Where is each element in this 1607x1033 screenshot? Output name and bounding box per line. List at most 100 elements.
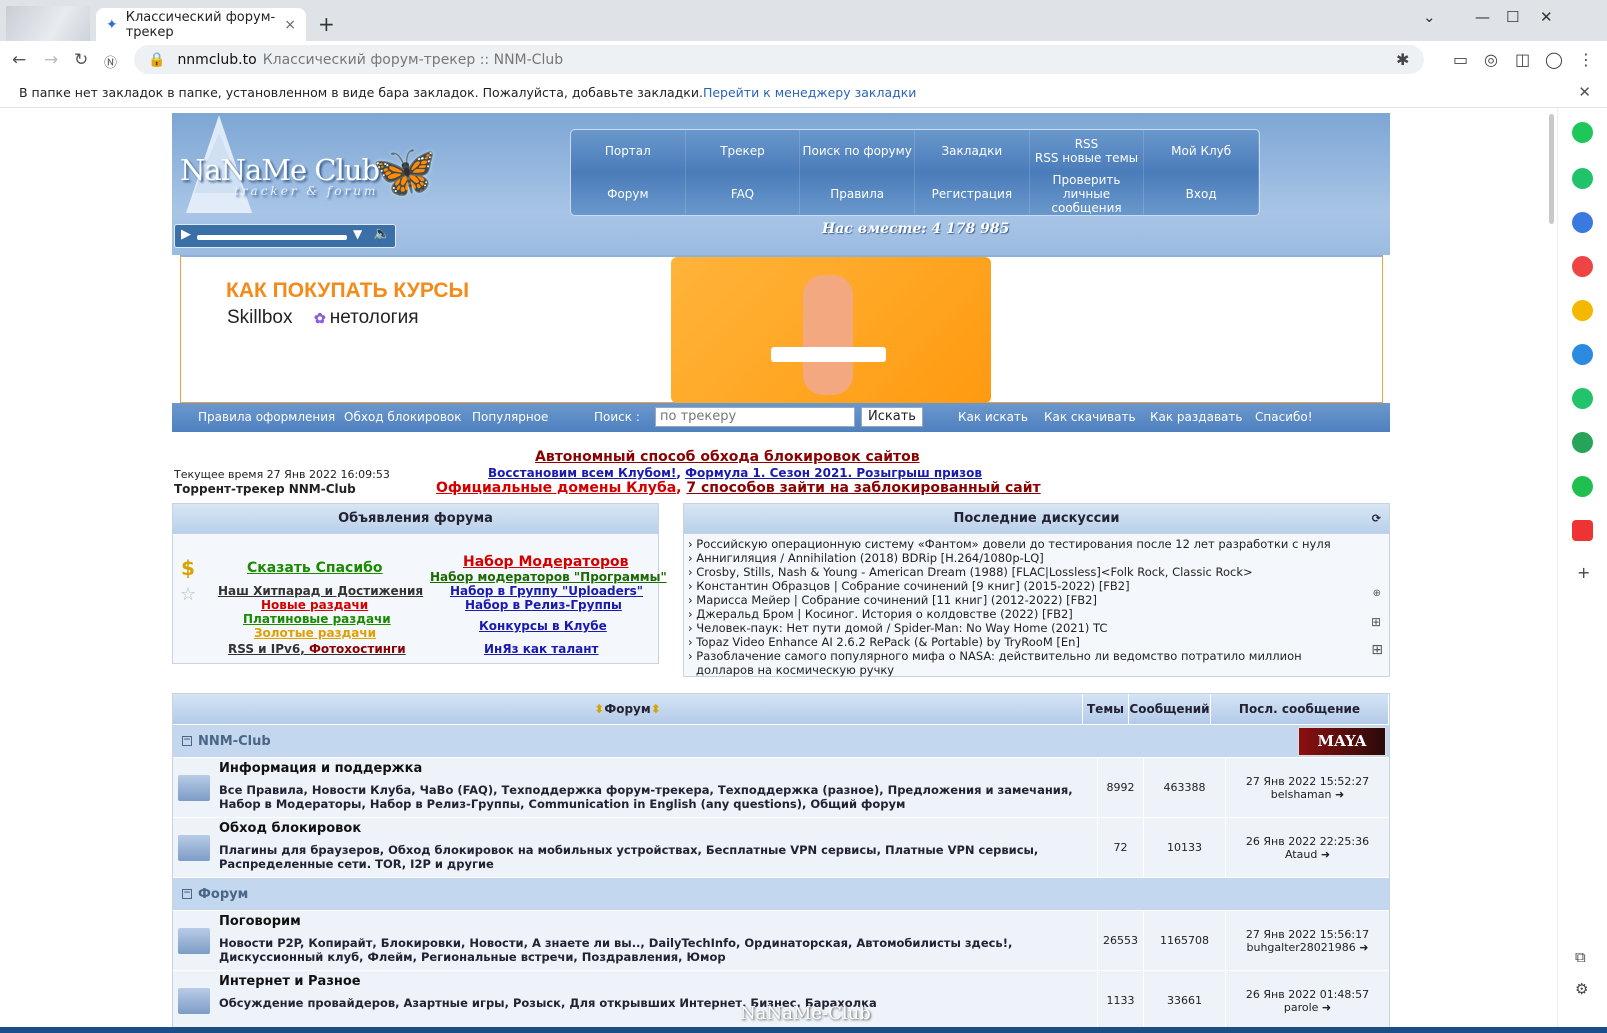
profile-icon[interactable]: ◯ [1545,50,1563,69]
list-item[interactable]: › Константин Образцов | Собрание сочинен… [688,579,1348,593]
tracker-search-input[interactable]: по трекеру [655,407,855,427]
release-groups-link[interactable]: Набор в Релиз-Группы [465,598,622,612]
ad-banner[interactable]: КАК ПОКУПАТЬ КУРСЫ Skillbox ✿ нетология [180,255,1383,403]
moderators-programs-link[interactable]: Набор модераторов "Программы" [430,570,667,584]
link-how-seed[interactable]: Как раздавать [1150,410,1242,424]
link-bypass[interactable]: Обход блокировок [344,410,461,424]
discussion-link[interactable]: Марисса Мейер | Собрание сочинений [11 к… [696,593,1097,607]
last-post-user[interactable]: Ataud ➜ [1285,848,1330,861]
volume-icon[interactable]: 🔈 [373,226,390,242]
nav-register[interactable]: Регистрация [915,172,1030,215]
talent-link[interactable]: ИнЯз как талант [484,642,598,656]
external-icon[interactable]: ⧉ [1575,948,1586,966]
nav-forum-search[interactable]: Поиск по форуму [800,130,915,173]
minimize-button[interactable]: — [1475,8,1490,26]
nav-bookmarks[interactable]: Закладки [915,130,1030,173]
category-nnm-club[interactable]: − NNM-Club MAYA [173,724,1389,757]
list-item[interactable]: › Джеральд Бром | Косиног. История о кол… [688,607,1348,621]
category-title[interactable]: NNM-Club [198,734,271,749]
bell-icon[interactable] [1572,168,1593,189]
edge-icon[interactable] [1572,344,1593,365]
subforum-list[interactable]: Все Правила, Новости Клуба, ЧаВо (FAQ), … [219,783,1093,811]
new-tab-button[interactable]: + [318,12,335,36]
profile-avatar-image[interactable] [6,6,90,41]
close-tab-icon[interactable]: × [284,17,296,33]
settings-icon[interactable]: ⚙ [1575,980,1588,998]
discussion-link[interactable]: Topaz Video Enhance AI 2.6.2 RePack (& P… [696,635,1080,649]
last-post-user[interactable]: belshaman ➜ [1271,788,1344,801]
say-thanks-link[interactable]: Сказать Спасибо [247,560,383,576]
discussion-link[interactable]: Crosby, Stills, Nash & Young - American … [696,565,1252,579]
photo-hosting-link[interactable]: Фотохостинги [309,642,406,656]
announce-restore-link[interactable]: Восстановим всем Клубом! [488,466,676,480]
hitparad-link[interactable]: Наш Хитпарад и Достижения [218,584,423,598]
expand-icon[interactable]: ⊕ [1373,588,1381,599]
play-icon[interactable]: ▶ [181,227,191,242]
nav-tracker[interactable]: Трекер [686,130,801,173]
username[interactable]: Ataud [1285,848,1317,861]
maximize-button[interactable]: ☐ [1506,8,1519,26]
link-popular[interactable]: Популярное [472,410,548,424]
link-how-download[interactable]: Как скачивать [1044,410,1136,424]
dropdown-icon[interactable]: ▼ [353,227,362,241]
contests-link[interactable]: Конкурсы в Клубе [479,619,607,633]
announce-f1-link[interactable]: Формула 1. Сезон 2021. Розыгрыш призов [685,466,982,480]
subforum-list[interactable]: Плагины для браузеров, Обход блокировок … [219,843,1093,871]
goto-post-icon[interactable]: ➜ [1321,848,1330,861]
close-bookmarks-icon[interactable]: ✕ [1578,83,1591,101]
collapse-icon[interactable]: − [182,736,192,746]
back-icon[interactable]: ← [12,50,26,70]
webtoon-icon[interactable] [1572,432,1593,453]
video-icon[interactable]: ▭ [1453,50,1468,69]
moderators-recruit-link[interactable]: Набор Модераторов [463,554,629,570]
username[interactable]: buhgalter28021986 [1246,941,1355,954]
forward-icon[interactable]: → [44,50,58,70]
official-domains-link[interactable]: Официальные домены Клуба [436,480,676,496]
search-button[interactable]: Искать [861,407,923,427]
list-item[interactable]: › Человек-паук: Нет пути домой / Spider-… [688,621,1348,635]
close-window-button[interactable]: ✕ [1540,8,1553,26]
list-item[interactable]: › Российскую операционную систему «Фанто… [688,537,1348,551]
forum-title[interactable]: Поговорим [219,914,1093,929]
expand-icon[interactable]: ⊞ [1371,615,1381,629]
active-tab[interactable]: ✦ Классический форум-трекер × [96,8,306,41]
forum-title[interactable]: Обход блокировок [219,821,1093,836]
announce-bypass-link[interactable]: Автономный способ обхода блокировок сайт… [535,449,920,465]
now-icon[interactable] [1572,520,1593,541]
discussion-link[interactable]: Аннигиляция / Annihilation (2018) BDRip … [696,551,1043,565]
username[interactable]: belshaman [1271,788,1332,801]
subforum-list[interactable]: Обсуждение провайдеров, Азартные игры, Р… [219,996,1093,1010]
nav-portal[interactable]: Портал [571,130,686,173]
collapse-icon[interactable]: − [182,889,192,899]
home-icon[interactable]: Ⓝ [104,52,117,71]
play-icon[interactable] [1572,388,1593,409]
sidebar-icon[interactable]: ◫ [1515,50,1530,69]
goto-post-icon[interactable]: ➜ [1335,788,1344,801]
maya-banner[interactable]: MAYA [1298,727,1386,756]
list-item[interactable]: › Crosby, Stills, Nash & Young - America… [688,565,1348,579]
address-bar[interactable]: 🔒 nnmclub.to Классический форум-трекер :… [134,45,1424,74]
expand-icon[interactable]: ⊞ [1371,642,1383,658]
wallet-icon[interactable] [1572,212,1593,233]
forum-title[interactable]: Информация и поддержка [219,761,1093,776]
chat-icon[interactable] [1572,476,1593,497]
rss-ipv6-text[interactable]: RSS и IPv6 [228,642,300,656]
nav-faq[interactable]: FAQ [686,172,801,215]
category-forum[interactable]: − Форум [173,877,1389,910]
scrollbar[interactable] [1549,114,1554,224]
seven-ways-link[interactable]: 7 способов зайти на заблокированный сайт [686,480,1040,496]
screenshot-icon[interactable]: ◎ [1484,50,1498,69]
pocket-icon[interactable] [1572,256,1593,277]
nav-rss[interactable]: RSS RSS новые темы [1030,130,1145,173]
bookmark-manager-link[interactable]: Перейти к менеджеру закладки [703,85,916,100]
list-item[interactable]: › Topaz Video Enhance AI 2.6.2 RePack (&… [688,635,1348,649]
nav-login[interactable]: Вход [1144,172,1259,215]
discussion-link[interactable]: Константин Образцов | Собрание сочинений… [696,579,1129,593]
link-how-search[interactable]: Как искать [958,410,1028,424]
menu-icon[interactable]: ⋮ [1578,50,1594,69]
forum-title[interactable]: Интернет и Разное [219,974,1093,989]
discussion-link[interactable]: Человек-паук: Нет пути домой / Spider-Ma… [696,621,1107,635]
discussion-link[interactable]: Разоблачение самого популярного мифа о N… [696,649,1302,677]
list-item[interactable]: › Аннигиляция / Annihilation (2018) BDRi… [688,551,1348,565]
sidebar-app-icon-1[interactable] [1572,122,1593,143]
